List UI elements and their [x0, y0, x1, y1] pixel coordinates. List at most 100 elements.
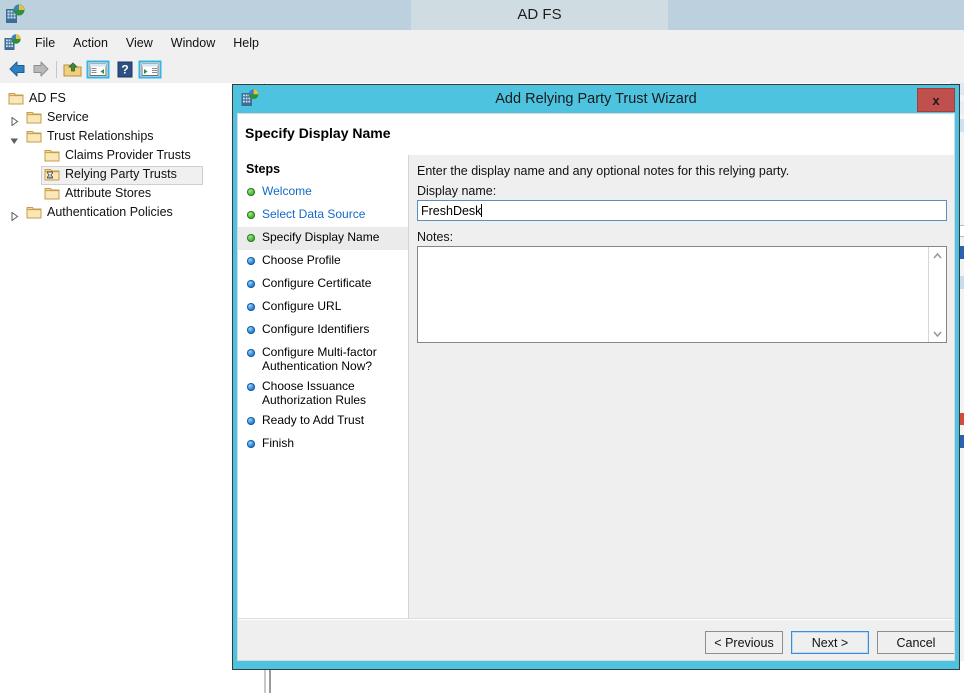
add-relying-party-trust-wizard: Add Relying Party Trust Wizard x Specify… [232, 84, 960, 670]
page-title: Specify Display Name [245, 125, 391, 141]
wizard-step-configure-certificate: Configure Certificate [238, 273, 408, 296]
help-icon[interactable]: ? [114, 59, 136, 80]
folder-busy-icon [44, 167, 60, 182]
menu-item-file[interactable]: File [26, 33, 64, 53]
close-icon[interactable]: x [917, 88, 955, 112]
tree-pane-footer [0, 661, 264, 693]
tree-item-label: Authentication Policies [47, 205, 173, 219]
wizard-step-label: Configure Certificate [262, 276, 372, 290]
wizard-step-label: Configure Identifiers [262, 322, 370, 336]
tree-item-label: AD FS [29, 91, 66, 105]
notes-input[interactable] [418, 247, 928, 342]
triangle-down-icon[interactable] [10, 132, 19, 144]
wizard-step-ready-to-add-trust: Ready to Add Trust [238, 410, 408, 433]
tree-item-relying-party-trusts[interactable]: Relying Party Trusts [0, 165, 264, 185]
step-bullet-icon [247, 440, 255, 448]
show-hide-action-pane-icon[interactable] [138, 59, 162, 80]
notes-scrollbar[interactable] [928, 247, 946, 342]
tree-item-trust-relationships[interactable]: Trust Relationships [0, 127, 264, 146]
wizard-step-specify-display-name: Specify Display Name [238, 227, 408, 250]
wizard-step-configure-identifiers: Configure Identifiers [238, 319, 408, 342]
show-hide-console-tree-icon[interactable] [86, 59, 110, 80]
adfs-menu-icon [4, 34, 21, 50]
tree-item-label: Trust Relationships [47, 129, 154, 143]
chevron-up-icon[interactable] [929, 247, 946, 264]
cancel-button[interactable]: Cancel [877, 631, 954, 654]
step-bullet-icon [247, 257, 255, 265]
step-bullet-icon [247, 211, 255, 219]
folder-icon [26, 205, 42, 220]
display-name-label: Display name: [417, 184, 497, 198]
wizard-step-welcome[interactable]: Welcome [238, 181, 408, 204]
svg-text:?: ? [121, 63, 128, 77]
next-button[interactable]: Next > [791, 631, 869, 654]
tree-item-label: Attribute Stores [65, 186, 152, 200]
menu-item-window[interactable]: Window [162, 33, 224, 53]
display-name-input[interactable]: FreshDesk [417, 200, 947, 221]
instruction-text: Enter the display name and any optional … [417, 164, 790, 178]
console-window-title: AD FS [517, 6, 562, 23]
tree-item-attribute-stores[interactable]: Attribute Stores [0, 184, 264, 203]
tree-item-authentication-policies[interactable]: Authentication Policies [0, 203, 264, 222]
wizard-inner-panel: Specify Display Name Steps Welcome Select… [237, 113, 955, 661]
console-title-bar: AD FS [0, 0, 964, 30]
wizard-content-panel: Enter the display name and any optional … [238, 155, 954, 660]
steps-list: Welcome Select Data Source Specify Display… [238, 181, 408, 456]
wizard-page-header: Specify Display Name [238, 114, 954, 155]
wizard-step-finish: Finish [238, 433, 408, 456]
menu-item-view[interactable]: View [117, 33, 162, 53]
step-bullet-icon [247, 188, 255, 196]
wizard-step-choose-issuance-authorization-rules: Choose Issuance Authorization Rules [238, 376, 408, 410]
wizard-step-label: Welcome [262, 184, 312, 198]
wizard-step-label: Ready to Add Trust [262, 413, 365, 427]
steps-heading: Steps [246, 162, 281, 176]
text-caret [481, 204, 483, 217]
wizard-step-select-data-source[interactable]: Select Data Source [238, 204, 408, 227]
previous-button[interactable]: < Previous [705, 631, 783, 654]
wizard-steps-panel: Steps Welcome Select Data Source Specify D… [238, 155, 409, 660]
triangle-right-icon[interactable] [10, 113, 19, 127]
step-bullet-icon [247, 303, 255, 311]
step-bullet-icon [247, 383, 255, 391]
folder-icon [44, 186, 60, 201]
wizard-title-bar: Add Relying Party Trust Wizard x [233, 85, 959, 113]
chevron-down-icon[interactable] [929, 325, 946, 342]
folder-icon [26, 110, 42, 125]
adfs-console-icon [6, 4, 25, 23]
step-bullet-icon [247, 280, 255, 288]
tree-item-claims-provider-trusts[interactable]: Claims Provider Trusts [0, 146, 264, 165]
notes-label: Notes: [417, 230, 454, 244]
back-arrow-icon[interactable] [6, 59, 28, 80]
wizard-step-configure-url: Configure URL [238, 296, 408, 319]
tree-item-ad-fs[interactable]: AD FS [0, 89, 264, 108]
wizard-step-label: Configure Multi-factor Authentication No… [262, 345, 377, 373]
menu-item-action[interactable]: Action [64, 33, 117, 53]
wizard-button-bar: < Previous Next > Cancel [238, 619, 954, 660]
tree-item-service[interactable]: Service [0, 108, 264, 127]
up-folder-icon[interactable] [62, 59, 84, 80]
notes-field-container [417, 246, 947, 343]
folder-icon [26, 129, 42, 144]
step-bullet-icon [247, 234, 255, 242]
wizard-step-choose-profile: Choose Profile [238, 250, 408, 273]
step-bullet-icon [247, 417, 255, 425]
wizard-step-configure-multi-factor-authentication-now: Configure Multi-factor Authentication No… [238, 342, 408, 376]
tree-item-label: Claims Provider Trusts [65, 148, 191, 162]
wizard-title: Add Relying Party Trust Wizard [495, 91, 697, 107]
tree-item-label: Service [47, 110, 89, 124]
folder-icon [8, 91, 24, 106]
wizard-step-label: Specify Display Name [262, 230, 380, 244]
toolbar: ? [0, 56, 964, 84]
wizard-step-label: Configure URL [262, 299, 342, 313]
menu-item-help[interactable]: Help [224, 33, 268, 53]
menu-bar: File Action View Window Help [0, 30, 964, 57]
step-bullet-icon [247, 326, 255, 334]
console-tree-pane: AD FS Service Trust Relationships Claims Pr… [0, 83, 265, 661]
display-name-value: FreshDesk [421, 203, 482, 218]
wizard-step-label: Choose Profile [262, 253, 341, 267]
tree-item-label: Relying Party Trusts [65, 167, 177, 181]
menu-item-list: File Action View Window Help [26, 30, 268, 56]
scrollbar-track[interactable] [929, 264, 946, 325]
triangle-right-icon[interactable] [10, 208, 19, 222]
forward-arrow-icon [30, 59, 52, 80]
